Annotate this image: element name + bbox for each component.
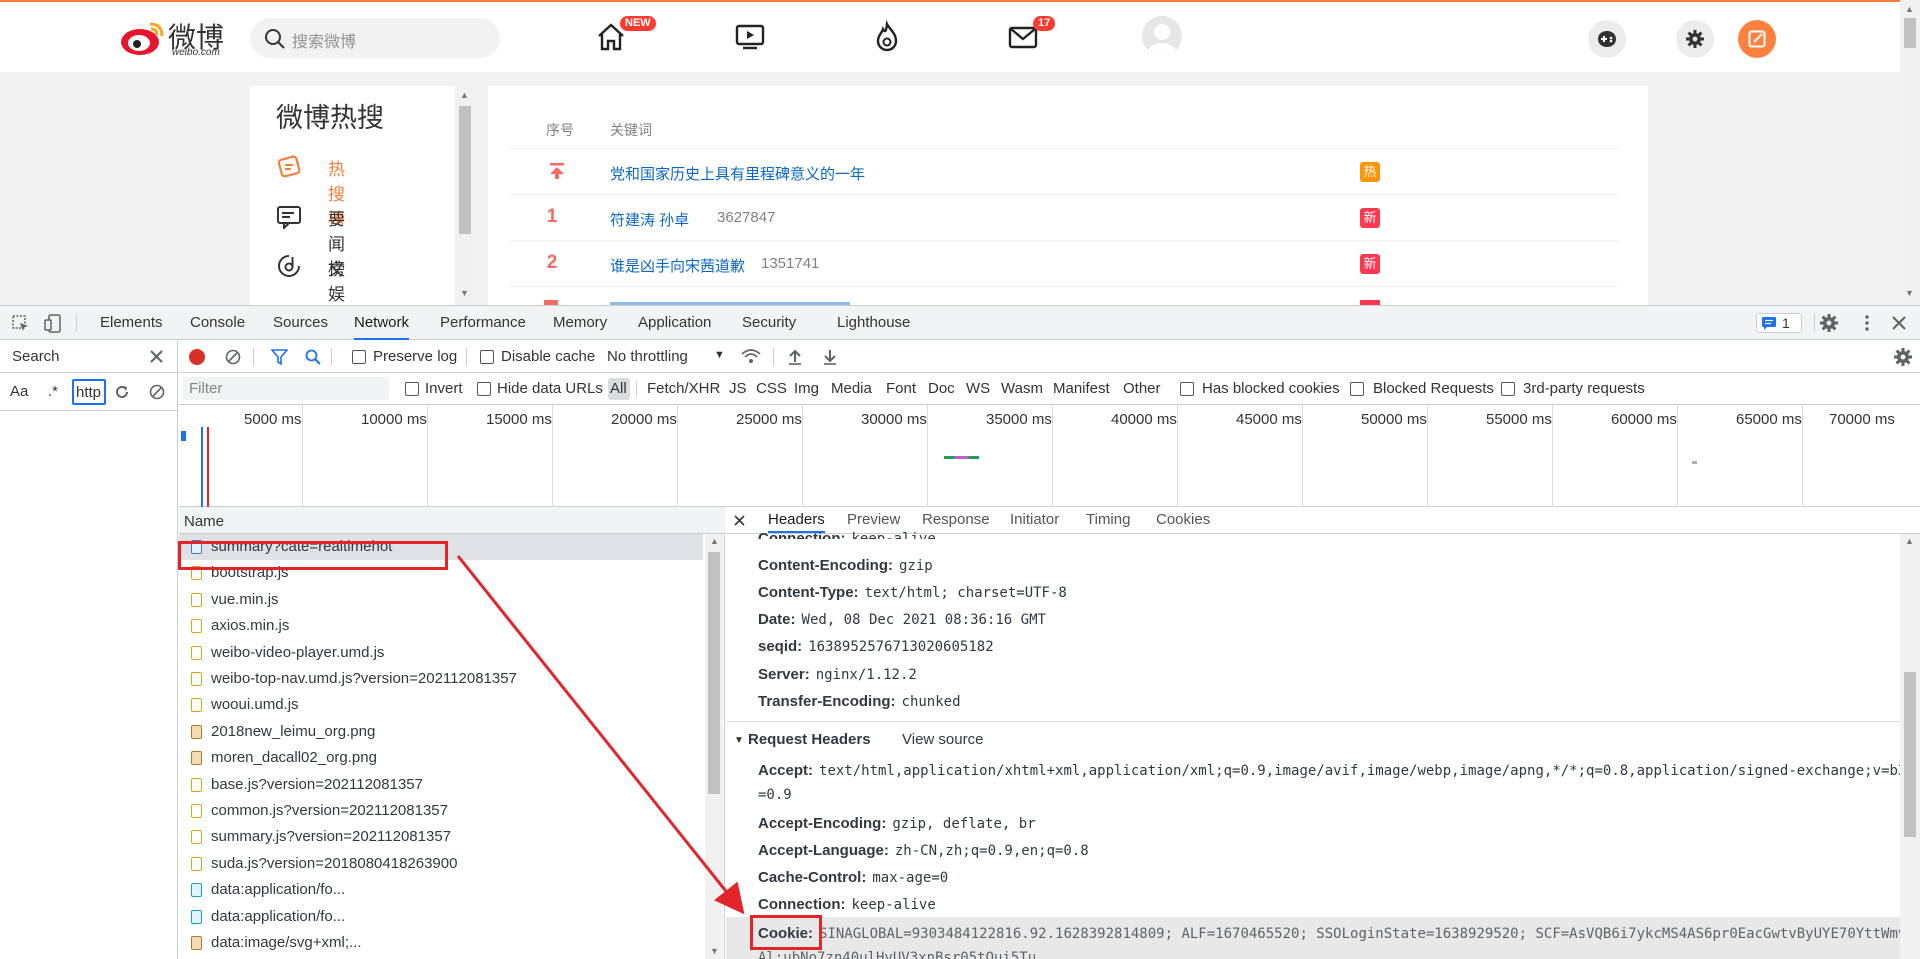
hot-row-pinned[interactable]: 党和国家历史上具有里程碑意义的一年 热	[510, 148, 1620, 194]
search-placeholder: 搜索微博	[292, 34, 357, 51]
hot-nav-button[interactable]	[870, 19, 904, 54]
hot-row[interactable]: 1 符建涛 孙卓 3627847 新	[510, 194, 1620, 240]
gamepad-icon	[1598, 31, 1616, 47]
video-nav-button[interactable]	[733, 20, 767, 54]
rank-number: 2	[546, 252, 558, 273]
entertainment-list-icon	[278, 255, 300, 277]
settings-button[interactable]	[1676, 20, 1714, 58]
user-avatar-icon	[1147, 24, 1177, 56]
hot-tag-badge: 热	[1360, 162, 1380, 182]
fire-icon	[876, 19, 898, 52]
video-icon	[735, 24, 765, 50]
hot-row[interactable]: 2 谁是凶手向宋茜道歉 1351741 新	[510, 240, 1620, 286]
gear-icon	[1686, 30, 1704, 48]
scroll-down-arrow-icon[interactable]: ▼	[1905, 288, 1914, 298]
search-icon	[265, 29, 285, 49]
rank-column-header: 序号	[546, 122, 574, 138]
messages-nav-button[interactable]: 17	[1007, 16, 1056, 54]
hot-count: 1351741	[761, 255, 820, 272]
sidebar-title: 微博热搜	[276, 103, 384, 133]
weibo-eye-icon	[121, 22, 164, 55]
sidebar-item-label: 文娱榜	[328, 260, 345, 304]
edit-icon	[1748, 30, 1766, 48]
news-list-icon	[277, 206, 301, 229]
pinned-top-icon	[550, 163, 564, 179]
weibo-search-input[interactable]: 搜索微博	[250, 18, 500, 58]
home-nav-button[interactable]: NEW	[594, 16, 656, 54]
weibo-page: 微博 weibo.com 搜索微博 NEW 17 微博热搜 热搜榜 要闻榜 文娱…	[0, 0, 1920, 305]
new-badge: NEW	[620, 16, 656, 31]
hot-search-table: 序号 关键词 党和国家历史上具有里程碑意义的一年 热 1 符建涛 孙卓 3627…	[488, 86, 1648, 305]
devtools-panel: Elements Console Sources Network Perform…	[0, 305, 1920, 959]
scroll-up-arrow-icon[interactable]: ▲	[1905, 4, 1914, 14]
hot-keyword-link[interactable]: 符建涛 孙卓	[610, 209, 689, 230]
avatar[interactable]	[1142, 16, 1182, 56]
weibo-logo[interactable]: 微博 weibo.com	[120, 16, 230, 58]
rank-number: 1	[546, 206, 558, 227]
hot-keyword-link[interactable]: 党和国家历史上具有里程碑意义的一年	[610, 163, 865, 184]
hot-search-sidebar: 微博热搜 热搜榜 要闻榜 文娱榜	[250, 86, 475, 305]
scroll-down-arrow-icon[interactable]: ▼	[460, 288, 469, 298]
scroll-up-arrow-icon[interactable]: ▲	[460, 90, 469, 100]
annotation-arrow	[456, 555, 745, 915]
new-tag-badge: 新	[1360, 254, 1380, 274]
keyword-column-header: 关键词	[610, 122, 652, 138]
hot-row-partial	[510, 286, 1620, 305]
unread-badge: 17	[1033, 16, 1056, 31]
compose-button[interactable]	[1738, 20, 1776, 58]
hot-count: 3627847	[717, 209, 776, 226]
weibo-domain-text: weibo.com	[172, 47, 220, 58]
page-scroll-thumb[interactable]	[1904, 18, 1916, 48]
sidebar-scroll-thumb[interactable]	[459, 106, 471, 234]
hot-list-icon	[277, 155, 301, 178]
weibo-top-nav: 微博 weibo.com 搜索微博 NEW 17	[0, 0, 1900, 72]
sidebar-scrollbar[interactable]: ▲ ▼	[455, 86, 475, 305]
game-button[interactable]	[1588, 20, 1626, 58]
hot-keyword-link[interactable]: 谁是凶手向宋茜道歉	[610, 255, 745, 276]
page-scrollbar[interactable]: ▲ ▼	[1900, 0, 1920, 305]
new-tag-badge: 新	[1360, 208, 1380, 228]
